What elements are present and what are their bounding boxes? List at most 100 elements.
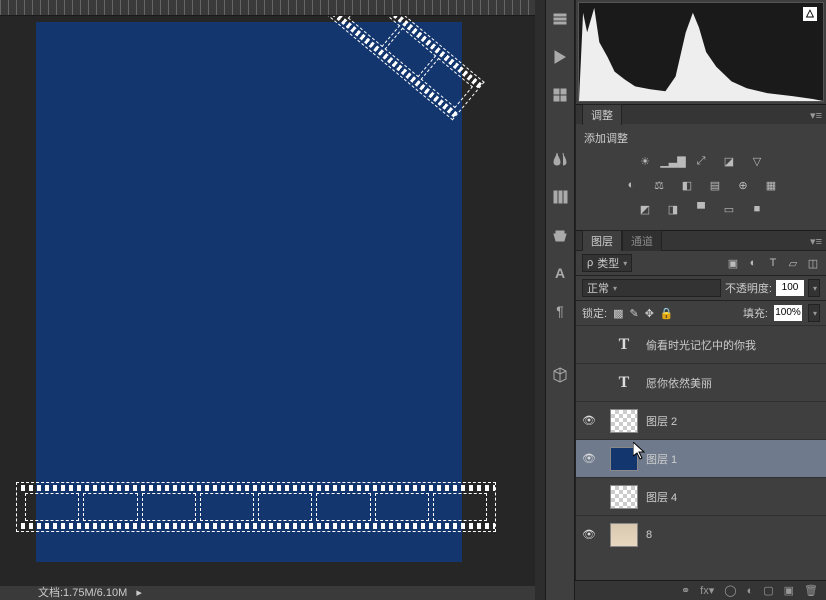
group-icon[interactable]: ▢ xyxy=(763,584,773,597)
visibility-toggle[interactable]: 👁 xyxy=(580,526,598,544)
layer-thumbnail[interactable] xyxy=(610,485,638,509)
layer-filter-bar: ρ 类型 ▣ ◐ T ▱ ◫ xyxy=(576,250,826,275)
status-arrow-icon[interactable]: ▸ xyxy=(136,587,142,599)
bw-icon[interactable]: ◧ xyxy=(678,176,696,194)
balance-icon[interactable]: ⚖ xyxy=(650,176,668,194)
visibility-toggle[interactable]: 👁 xyxy=(580,412,598,430)
delete-icon[interactable]: 🗑 xyxy=(804,584,818,597)
lock-transparent-icon[interactable]: ▩ xyxy=(613,307,623,320)
layers-footer: ⚭ fx▾ ◯ ◐ ▢ ▣ 🗑 xyxy=(575,580,826,600)
layers-menu-icon[interactable]: ▾≡ xyxy=(810,235,822,248)
gradient-map-icon[interactable]: ▭ xyxy=(720,200,738,218)
fill-input[interactable]: 100% xyxy=(774,305,802,321)
hue-icon[interactable]: ◐ xyxy=(622,176,640,194)
opacity-input[interactable]: 100 xyxy=(776,280,804,296)
layer-name[interactable]: 偷看时光记忆中的你我 xyxy=(646,337,756,353)
fx-icon[interactable]: fx▾ xyxy=(700,584,714,597)
add-adjustment-label: 添加调整 xyxy=(584,130,818,146)
layers-panel-header[interactable]: 图层 通道 ▾≡ xyxy=(576,230,826,250)
invert-icon[interactable]: ◩ xyxy=(636,200,654,218)
panels-column: △ 调整 ▾≡ 添加调整 ☀ ▁▃▇ ⤢ ◪ ▽ ◐ ⚖ ◧ ▤ ⊕ ▦ ◩ ◨… xyxy=(575,0,826,600)
filter-shape-icon[interactable]: ▱ xyxy=(786,256,800,270)
quick-tool-column: A ¶ xyxy=(545,0,575,600)
layer-name[interactable]: 愿你依然美丽 xyxy=(646,375,712,391)
canvas-area[interactable] xyxy=(0,16,535,586)
opacity-label: 不透明度: xyxy=(725,280,772,296)
adjustments-tab[interactable]: 调整 xyxy=(582,104,622,125)
link-icon[interactable]: ⚭ xyxy=(681,584,690,597)
levels-icon[interactable]: ▁▃▇ xyxy=(664,152,682,170)
brush-presets-icon[interactable] xyxy=(549,186,571,208)
swatches-icon[interactable] xyxy=(549,84,571,106)
fill-layer-icon[interactable]: ◐ xyxy=(747,585,754,597)
clone-icon[interactable] xyxy=(549,224,571,246)
3d-icon[interactable] xyxy=(549,364,571,386)
text-layer-icon: T xyxy=(610,371,638,395)
fill-label: 填充: xyxy=(743,305,768,321)
vibrance-icon[interactable]: ▽ xyxy=(748,152,766,170)
brush-icon[interactable] xyxy=(549,148,571,170)
panel-menu-icon[interactable]: ▾≡ xyxy=(810,109,822,122)
new-layer-icon[interactable]: ▣ xyxy=(784,584,794,597)
filter-kind-dropdown[interactable]: ρ 类型 xyxy=(582,254,632,272)
filter-adjust-icon[interactable]: ◐ xyxy=(746,256,760,270)
adjustments-panel-header[interactable]: 调整 ▾≡ xyxy=(576,104,826,124)
layers-list: T偷看时光记忆中的你我T愿你依然美丽👁图层 2👁图层 1图层 4👁8 xyxy=(576,325,826,553)
blend-mode-dropdown[interactable]: 正常 xyxy=(582,279,721,297)
mask-icon[interactable]: ◯ xyxy=(724,584,736,597)
visibility-toggle[interactable] xyxy=(580,488,598,506)
layer-name[interactable]: 8 xyxy=(646,529,652,541)
lock-fill-bar: 锁定: ▩ ✎ ✥ 🔒 填充: 100% xyxy=(576,300,826,325)
warning-icon[interactable]: △ xyxy=(803,7,817,21)
opacity-dropdown[interactable] xyxy=(808,279,820,297)
layers-tab[interactable]: 图层 xyxy=(582,230,622,251)
threshold-icon[interactable]: ▀ xyxy=(692,200,710,218)
layer-name[interactable]: 图层 2 xyxy=(646,413,677,429)
layer-row[interactable]: 👁 图层 1 xyxy=(576,439,826,477)
blend-opacity-bar: 正常 不透明度: 100 xyxy=(576,275,826,300)
layer-thumbnail[interactable] xyxy=(610,409,638,433)
layer-row[interactable]: 👁8 xyxy=(576,515,826,553)
character-icon[interactable]: A xyxy=(549,262,571,284)
status-bar: 文档:1.75M/6.10M ▸ xyxy=(0,586,535,600)
fill-dropdown[interactable] xyxy=(808,304,820,322)
lookup-icon[interactable]: ▦ xyxy=(762,176,780,194)
lock-position-icon[interactable]: ✥ xyxy=(645,307,654,320)
selection-film-strip-2 xyxy=(16,482,496,532)
histogram-panel[interactable]: △ xyxy=(578,2,824,102)
curves-icon[interactable]: ⤢ xyxy=(692,152,710,170)
adjustments-body: 添加调整 ☀ ▁▃▇ ⤢ ◪ ▽ ◐ ⚖ ◧ ▤ ⊕ ▦ ◩ ◨ ▀ ▭ ■ xyxy=(576,124,826,230)
visibility-toggle[interactable]: 👁 xyxy=(580,450,598,468)
layer-row[interactable]: T 愿你依然美丽 xyxy=(576,363,826,401)
play-button-icon[interactable] xyxy=(549,46,571,68)
text-layer-icon: T xyxy=(610,333,638,357)
layer-row[interactable]: 👁 图层 2 xyxy=(576,401,826,439)
visibility-toggle[interactable] xyxy=(580,336,598,354)
ruler-horizontal[interactable] xyxy=(0,0,535,16)
channels-tab[interactable]: 通道 xyxy=(622,230,662,251)
canvas[interactable] xyxy=(36,22,462,562)
filter-pixel-icon[interactable]: ▣ xyxy=(726,256,740,270)
layer-name[interactable]: 图层 1 xyxy=(646,451,677,467)
selective-icon[interactable]: ■ xyxy=(748,200,766,218)
filter-type-icon[interactable]: T xyxy=(766,256,780,270)
play-icon[interactable] xyxy=(549,8,571,30)
doc-size: 文档:1.75M/6.10M xyxy=(38,587,127,599)
paragraph-icon[interactable]: ¶ xyxy=(549,300,571,322)
channel-mixer-icon[interactable]: ⊕ xyxy=(734,176,752,194)
layer-thumbnail[interactable] xyxy=(610,447,638,471)
brightness-icon[interactable]: ☀ xyxy=(636,152,654,170)
layer-row[interactable]: 图层 4 xyxy=(576,477,826,515)
lock-all-icon[interactable]: 🔒 xyxy=(660,307,674,320)
visibility-toggle[interactable] xyxy=(580,374,598,392)
selection-film-strip-1 xyxy=(299,16,484,120)
posterize-icon[interactable]: ◨ xyxy=(664,200,682,218)
layer-name[interactable]: 图层 4 xyxy=(646,489,677,505)
lock-paint-icon[interactable]: ✎ xyxy=(629,307,638,320)
filter-smart-icon[interactable]: ◫ xyxy=(806,256,820,270)
layer-thumbnail[interactable] xyxy=(610,523,638,547)
photo-filter-icon[interactable]: ▤ xyxy=(706,176,724,194)
lock-label: 锁定: xyxy=(582,305,607,321)
exposure-icon[interactable]: ◪ xyxy=(720,152,738,170)
layer-row[interactable]: T 偷看时光记忆中的你我 xyxy=(576,325,826,363)
